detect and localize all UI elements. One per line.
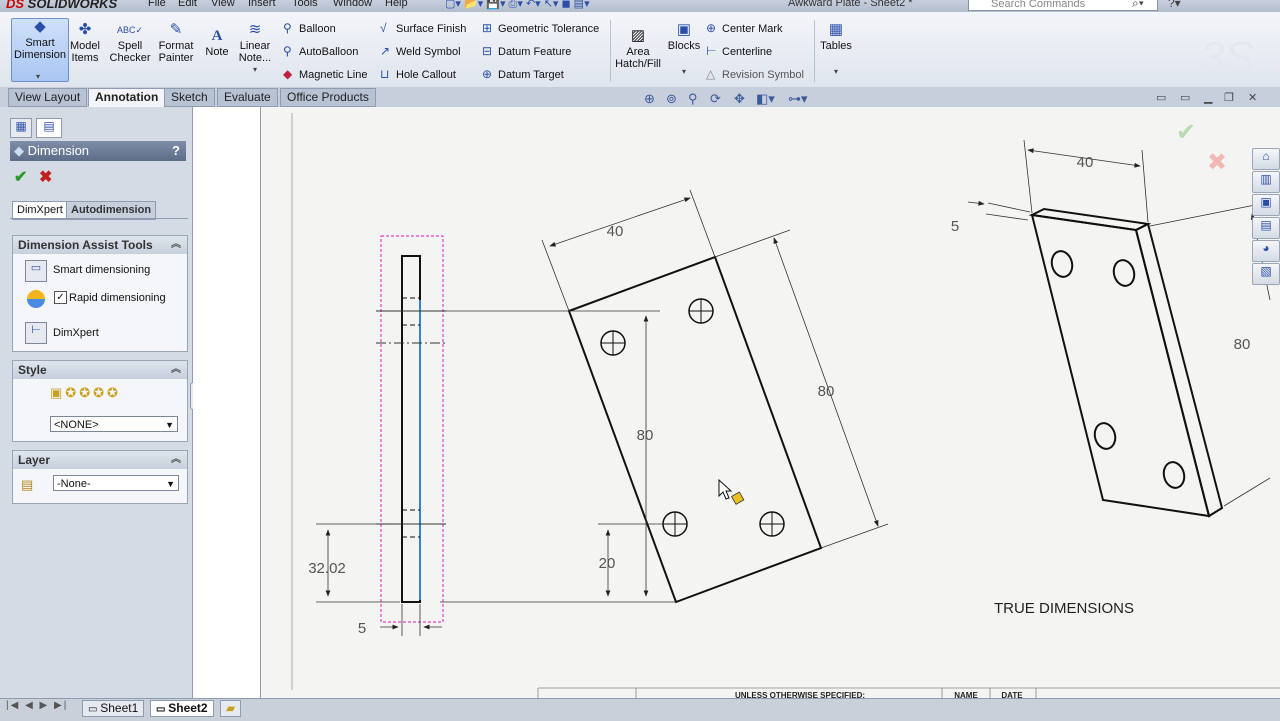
isometric-view[interactable]	[1028, 207, 1224, 518]
sheet-tab-bar: |◀ ◀ ▶ ▶| ▭ Sheet1 ▭ Sheet2 ▰	[0, 698, 1280, 721]
sheet-tab-1[interactable]: ▭ Sheet1	[82, 700, 145, 717]
dimension-80-iso[interactable]: 80	[1234, 336, 1251, 353]
dimension-80-vertical[interactable]: 80	[637, 427, 654, 444]
dimension-5-iso[interactable]: 5	[951, 218, 959, 235]
sheet-tab-label: Sheet2	[168, 701, 208, 715]
confirm-ok-icon[interactable]: ✔	[1176, 118, 1196, 146]
side-dimension-lines	[316, 523, 442, 636]
side-view-outline	[401, 255, 421, 603]
plate-outline	[567, 255, 823, 604]
dimension-32-02[interactable]: 32.02	[308, 560, 346, 577]
confirm-cancel-icon[interactable]: ✖	[1207, 148, 1227, 176]
hidden-lines	[402, 297, 420, 538]
dimension-40[interactable]: 40	[607, 223, 624, 240]
dimension-80-angled[interactable]: 80	[818, 383, 835, 400]
home-icon[interactable]: ⌂	[1252, 148, 1280, 170]
drawing-graphics: 32.02 5 40 80 80 20 40 5 80 TRUE DIMENSI…	[291, 113, 1280, 700]
sheet-icon: ▭	[156, 704, 169, 715]
title-block	[537, 687, 1280, 698]
sheet-navigation-icons[interactable]: |◀ ◀ ▶ ▶|	[6, 700, 68, 711]
sheet-icon: ▭	[88, 704, 101, 715]
file-explorer-icon[interactable]: ▣	[1252, 194, 1280, 216]
appearances-icon[interactable]: ◕	[1252, 240, 1280, 262]
isometric-dimension-lines	[967, 139, 1271, 507]
view-palette-icon[interactable]: ▤	[1252, 217, 1280, 239]
dimension-5-side[interactable]: 5	[358, 620, 366, 637]
custom-properties-icon[interactable]: ▧	[1252, 263, 1280, 285]
dimension-40-iso[interactable]: 40	[1077, 154, 1094, 171]
design-library-icon[interactable]: ▥	[1252, 171, 1280, 193]
holes	[600, 298, 785, 537]
sheet-tab-label: Sheet1	[100, 701, 139, 715]
view-selection-box	[380, 235, 444, 623]
center-marks	[601, 299, 784, 536]
sheet-tab-2[interactable]: ▭ Sheet2	[150, 700, 214, 717]
rotated-dimension-lines	[541, 189, 889, 597]
center-lines	[376, 310, 446, 525]
dimension-20[interactable]: 20	[599, 555, 616, 572]
true-dimensions-note[interactable]: TRUE DIMENSIONS	[994, 600, 1134, 617]
add-sheet-icon[interactable]: ▰	[220, 700, 242, 717]
side-view[interactable]	[376, 235, 446, 623]
mouse-cursor-icon	[718, 478, 745, 505]
